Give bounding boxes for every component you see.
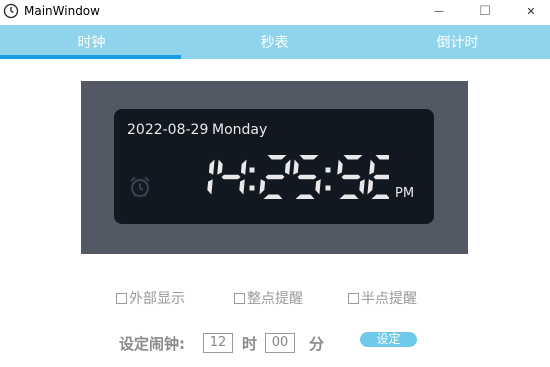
digit-segment bbox=[221, 174, 241, 180]
digit-segment bbox=[207, 179, 213, 195]
digit-segment bbox=[343, 155, 363, 160]
window-title: MainWindow bbox=[24, 4, 100, 18]
digit-segment bbox=[367, 179, 374, 195]
time-digit bbox=[217, 159, 247, 195]
maximize-button[interactable]: ☐ bbox=[462, 0, 508, 22]
checkbox-label: 外部显示 bbox=[129, 291, 185, 307]
set-alarm-button[interactable]: 设定 bbox=[360, 332, 417, 347]
digit-segment bbox=[337, 159, 343, 175]
minimize-icon: — bbox=[434, 5, 444, 17]
time-digit bbox=[207, 159, 215, 195]
digit-segment bbox=[284, 159, 291, 175]
digit-segment bbox=[239, 179, 245, 195]
digit-segment bbox=[295, 194, 315, 199]
time-digit bbox=[293, 155, 321, 199]
digit-segment bbox=[371, 194, 389, 199]
minimize-button[interactable]: — bbox=[416, 0, 462, 22]
colon-dot bbox=[325, 167, 331, 173]
alarm-minute-input[interactable]: 00 bbox=[265, 333, 295, 353]
digit-segment bbox=[267, 155, 287, 160]
checkbox-box bbox=[234, 292, 245, 304]
tab-bar: 时钟 秒表 倒计时 bbox=[0, 25, 550, 59]
checkbox-box bbox=[348, 292, 359, 304]
time-digit bbox=[367, 155, 389, 199]
digit-segment bbox=[263, 194, 283, 199]
alarm-setting-label: 设定闹钟: bbox=[119, 335, 185, 353]
digit-segment bbox=[217, 159, 223, 175]
hourly-reminder-checkbox[interactable]: 整点提醒 bbox=[234, 290, 303, 307]
close-icon: ✕ bbox=[526, 4, 536, 18]
clock-app-icon bbox=[3, 3, 19, 19]
digit-segment bbox=[240, 159, 247, 175]
digit-segment bbox=[375, 155, 389, 160]
digit-segment bbox=[299, 155, 319, 160]
minute-unit-label: 分 bbox=[309, 335, 325, 353]
digit-segment bbox=[265, 174, 285, 180]
checkbox-label: 整点提醒 bbox=[247, 291, 303, 307]
colon-dot bbox=[249, 167, 255, 173]
maximize-icon: ☐ bbox=[479, 3, 491, 19]
alarm-hour-input[interactable]: 12 bbox=[203, 333, 233, 353]
digit-segment bbox=[293, 159, 299, 175]
close-button[interactable]: ✕ bbox=[508, 0, 550, 22]
title-bar: MainWindow — ☐ ✕ bbox=[0, 0, 550, 22]
digit-segment bbox=[208, 159, 215, 175]
weekday-text: Monday bbox=[212, 122, 268, 138]
colon-dot bbox=[325, 185, 331, 191]
digit-segment bbox=[369, 159, 375, 175]
digit-segment bbox=[339, 194, 359, 199]
tab-stopwatch[interactable]: 秒表 bbox=[183, 25, 366, 59]
tab-clock[interactable]: 时钟 bbox=[0, 25, 183, 59]
alarm-clock-icon bbox=[130, 176, 150, 197]
tab-countdown[interactable]: 倒计时 bbox=[366, 25, 549, 59]
date-text: 2022-08-29 bbox=[127, 122, 209, 138]
external-display-checkbox[interactable]: 外部显示 bbox=[116, 290, 185, 307]
ampm-indicator: PM bbox=[395, 186, 415, 201]
time-digit bbox=[259, 155, 291, 199]
checkbox-label: 半点提醒 bbox=[361, 291, 417, 307]
time-digit bbox=[337, 155, 365, 199]
digit-segment bbox=[373, 174, 389, 180]
checkbox-box bbox=[116, 292, 127, 304]
colon-dot bbox=[249, 185, 255, 191]
digit-segment bbox=[315, 179, 321, 195]
active-tab-indicator bbox=[0, 55, 181, 59]
half-hour-reminder-checkbox[interactable]: 半点提醒 bbox=[348, 290, 417, 307]
digit-segment bbox=[297, 174, 317, 180]
digit-segment bbox=[359, 179, 365, 195]
digit-segment bbox=[259, 179, 266, 195]
time-display bbox=[207, 155, 389, 199]
hour-unit-label: 时 bbox=[242, 335, 258, 353]
digit-segment bbox=[341, 174, 361, 180]
